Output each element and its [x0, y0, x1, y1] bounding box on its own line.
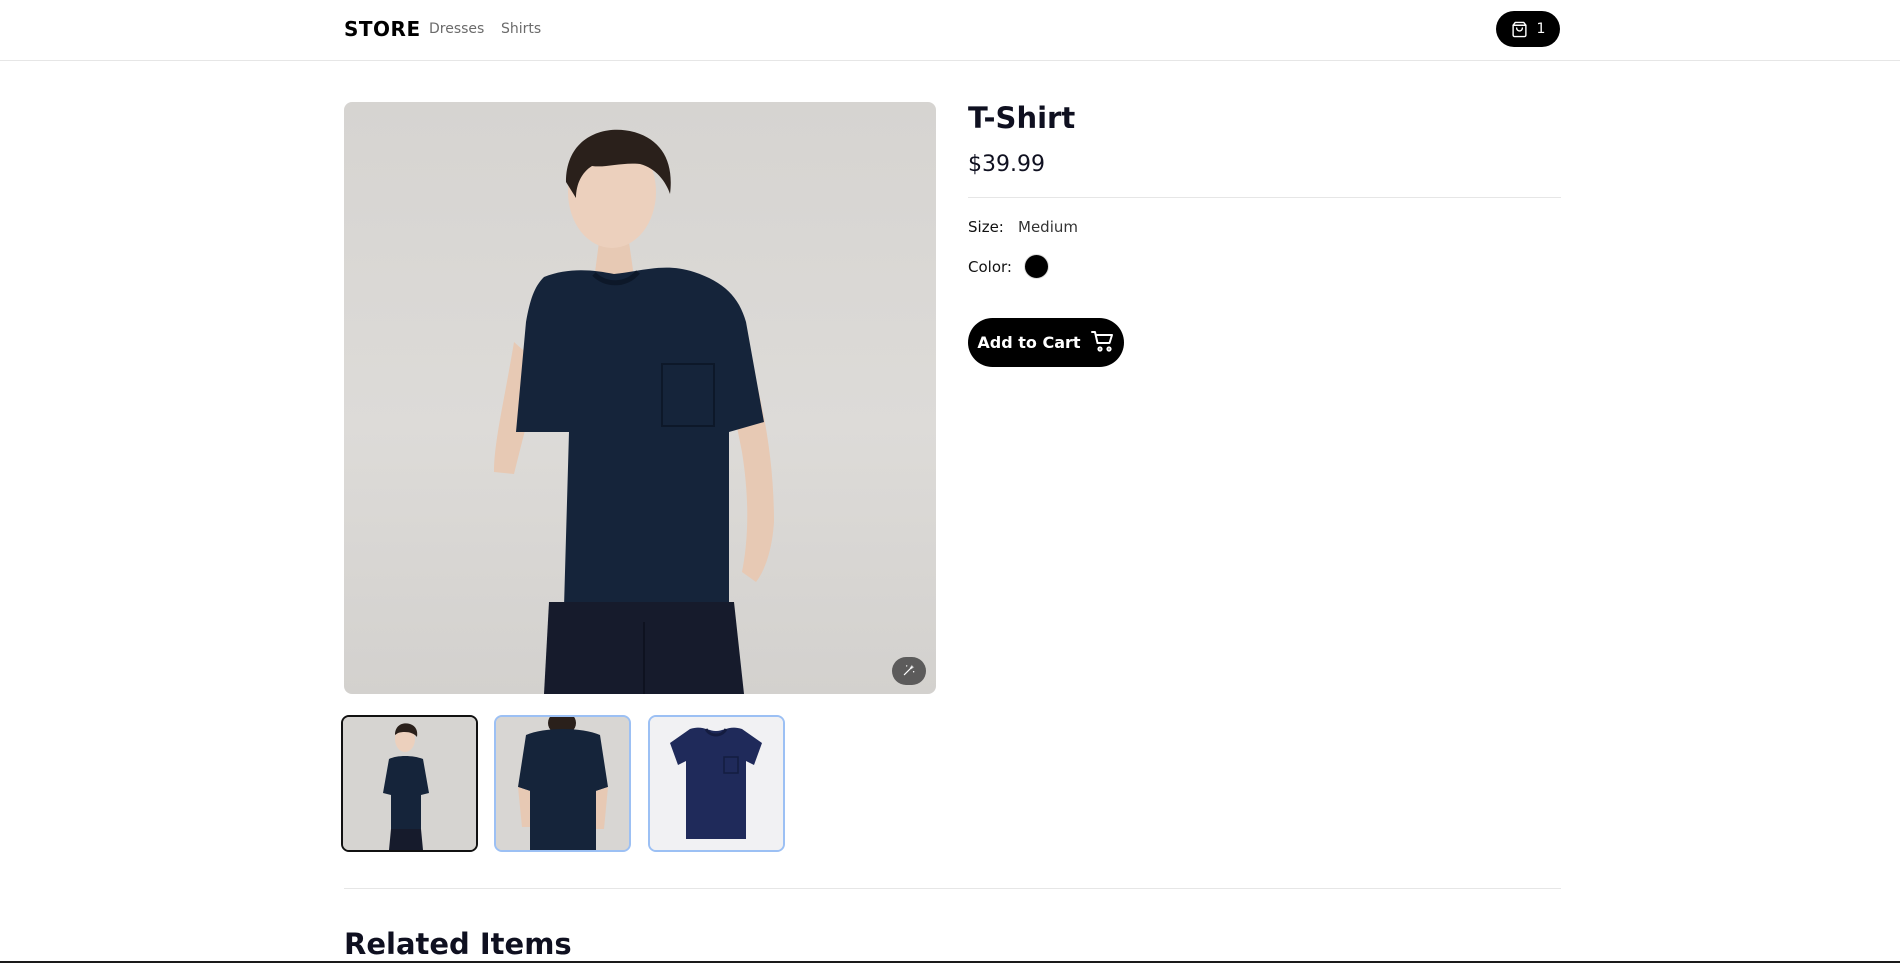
- nav-dresses[interactable]: Dresses: [429, 21, 484, 37]
- nav-shirts[interactable]: Shirts: [501, 21, 541, 37]
- color-swatch-black[interactable]: [1024, 254, 1049, 279]
- product-title: T-Shirt: [968, 101, 1076, 135]
- size-value: Medium: [1018, 218, 1078, 236]
- magic-wand-icon: [902, 662, 916, 681]
- zoom-button[interactable]: [892, 657, 926, 685]
- add-to-cart-button[interactable]: Add to Cart: [968, 318, 1124, 367]
- thumbnail-flat-tshirt[interactable]: [648, 715, 785, 852]
- shopping-bag-icon: [1511, 21, 1528, 38]
- color-label: Color:: [968, 258, 1012, 276]
- add-to-cart-label: Add to Cart: [977, 333, 1081, 352]
- section-divider: [344, 888, 1561, 889]
- related-items-heading: Related Items: [344, 927, 572, 961]
- cart-icon: [1090, 330, 1115, 356]
- thumbnail-model-back[interactable]: [494, 715, 631, 852]
- product-price: $39.99: [968, 152, 1045, 177]
- brand-logo[interactable]: STORE: [344, 17, 421, 41]
- cart-count: 1: [1536, 21, 1546, 37]
- divider: [968, 197, 1561, 198]
- cart-button[interactable]: 1: [1496, 11, 1560, 47]
- size-label: Size:: [968, 218, 1004, 236]
- site-header: STORE Dresses Shirts 1: [0, 0, 1900, 61]
- product-main-image[interactable]: [344, 102, 936, 694]
- thumbnail-model-front[interactable]: [341, 715, 478, 852]
